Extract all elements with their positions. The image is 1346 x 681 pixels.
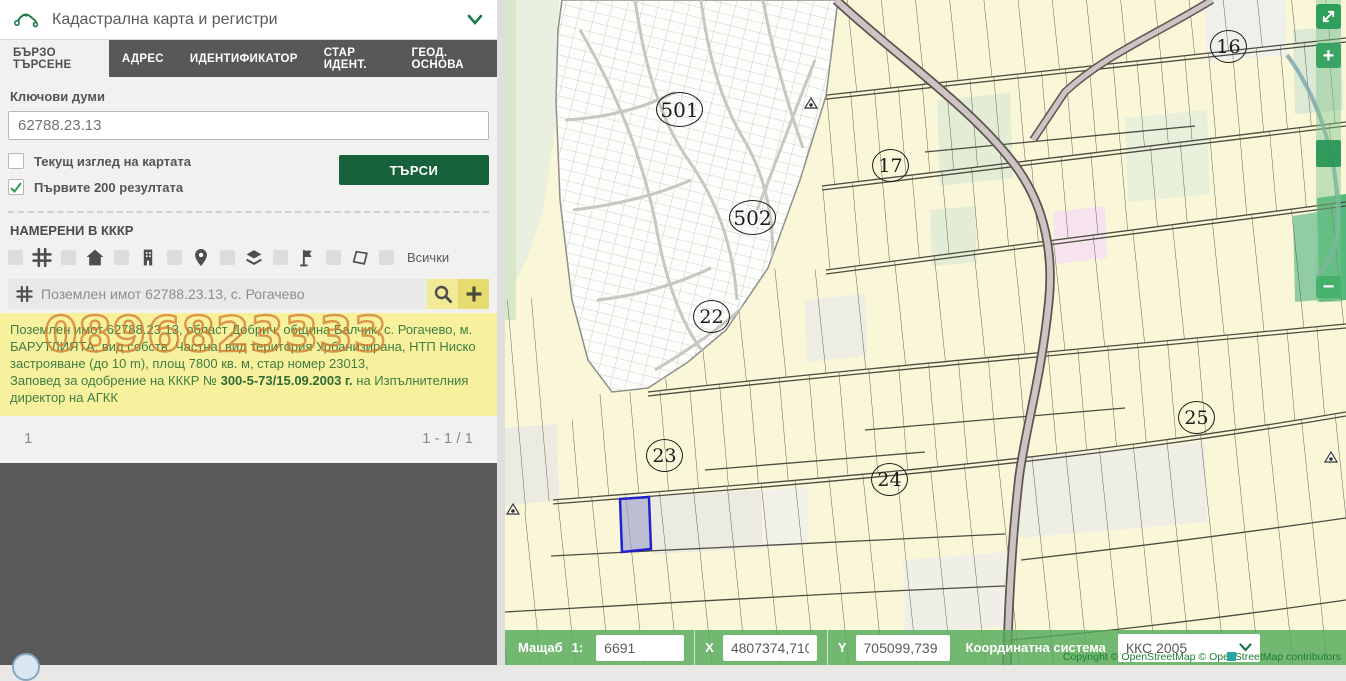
footer-logo — [12, 653, 40, 681]
x-label: X — [705, 640, 714, 655]
current-view-label: Текущ изглед на картата — [34, 154, 191, 169]
house-icon[interactable] — [85, 248, 105, 267]
app-header[interactable]: Кадастрална карта и регистри — [0, 0, 497, 40]
dashed-divider — [8, 211, 489, 213]
filter-count-badge[interactable] — [8, 250, 23, 265]
scale-label: Мащаб — [518, 640, 563, 655]
tab-address[interactable]: АДРЕС — [109, 40, 177, 77]
current-view-checkbox[interactable] — [8, 153, 24, 169]
layers-icon[interactable] — [244, 248, 264, 267]
x-coordinate-input[interactable] — [723, 635, 817, 661]
tab-quick-search[interactable]: БЪРЗО ТЪРСЕНЕ — [0, 40, 109, 77]
search-panel: Ключови думи Текущ изглед на картата Пър… — [0, 77, 497, 463]
detail-order-number: 300-5-73/15.09.2003 г. — [221, 373, 353, 388]
filter-count-badge[interactable] — [326, 250, 341, 265]
selected-parcel[interactable] — [620, 497, 651, 552]
filter-count-badge[interactable] — [379, 250, 394, 265]
page-number[interactable]: 1 — [24, 430, 32, 447]
y-label: Y — [838, 640, 847, 655]
first-200-checkbox[interactable] — [8, 179, 24, 195]
fullscreen-button[interactable] — [1316, 4, 1341, 29]
result-detail-block: Поземлен имот 62788.23.13, област Добрич… — [0, 313, 497, 416]
current-view-option[interactable]: Текущ изглед на картата — [8, 153, 339, 169]
region-label-16: 16 — [1210, 30, 1247, 63]
filter-count-badge[interactable] — [167, 250, 182, 265]
zoom-in-button[interactable]: + — [1316, 43, 1341, 68]
region-label-24: 24 — [871, 463, 908, 496]
first-200-label: Първите 200 резултата — [34, 180, 183, 195]
result-title: Поземлен имот 62788.23.13, с. Рогачево — [41, 286, 427, 302]
filter-count-badge[interactable] — [220, 250, 235, 265]
add-result-button[interactable] — [458, 279, 489, 309]
detail-line2-prefix: Заповед за одобрение на КККР № — [10, 373, 221, 388]
grid-icon[interactable] — [32, 248, 52, 267]
filter-count-badge[interactable] — [273, 250, 288, 265]
first-200-option[interactable]: Първите 200 резултата — [8, 179, 339, 195]
building-icon[interactable] — [138, 248, 158, 267]
expand-icon — [1321, 9, 1336, 24]
keywords-input[interactable] — [8, 111, 489, 140]
sidebar: Кадастрална карта и регистри БЪРЗО ТЪРСЕ… — [0, 0, 497, 665]
cadastral-map-canvas[interactable] — [505, 0, 1346, 665]
statusbar-divider — [827, 630, 828, 665]
result-row[interactable]: Поземлен имот 62788.23.13, с. Рогачево — [8, 279, 489, 309]
tab-identifier[interactable]: ИДЕНТИФИКАТОР — [177, 40, 311, 77]
results-heading: НАМЕРЕНИ В КККР — [10, 223, 489, 238]
tab-geod-basis[interactable]: ГЕОД. ОСНОВА — [399, 40, 497, 77]
filter-count-badge[interactable] — [61, 250, 76, 265]
search-button[interactable]: ТЪРСИ — [339, 155, 489, 185]
sidebar-footer — [0, 463, 497, 665]
grid-icon — [16, 286, 33, 302]
app-title: Кадастрална карта и регистри — [52, 11, 467, 29]
region-label-22: 22 — [693, 300, 730, 333]
region-label-23: 23 — [646, 439, 683, 472]
keywords-label: Ключови думи — [10, 89, 489, 104]
result-filter-bar: Всички — [8, 248, 489, 267]
attribution-marker-icon — [1227, 652, 1236, 661]
map-copyright: Copyright © OpenStreetMap © OpenStreetMa… — [1063, 651, 1341, 663]
scale-prefix: 1: — [572, 640, 584, 655]
scale-input[interactable] — [596, 635, 684, 661]
tab-bar: БЪРЗО ТЪРСЕНЕ АДРЕС ИДЕНТИФИКАТОР СТАР И… — [0, 40, 497, 77]
chevron-down-icon[interactable] — [467, 14, 483, 26]
plus-icon — [465, 285, 483, 303]
region-label-502: 502 — [729, 200, 776, 235]
pagination: 1 1 - 1 / 1 — [8, 416, 489, 463]
region-label-17: 17 — [872, 149, 909, 182]
search-icon — [433, 284, 453, 304]
zoom-slider-handle[interactable] — [1316, 140, 1341, 167]
map-pin-icon[interactable] — [191, 248, 211, 267]
zoom-out-button[interactable]: − — [1316, 276, 1341, 298]
tab-old-ident[interactable]: СТАР ИДЕНТ. — [311, 40, 399, 77]
map-viewport[interactable]: 501 502 16 17 22 23 24 25 + − Мащаб 1: X… — [505, 0, 1346, 665]
region-label-501: 501 — [656, 92, 703, 127]
app-logo-icon — [14, 8, 38, 32]
check-icon — [10, 182, 22, 193]
filter-all-label[interactable]: Всички — [407, 250, 449, 265]
region-label-25: 25 — [1178, 401, 1215, 434]
statusbar-divider — [694, 630, 695, 665]
flag-icon[interactable] — [297, 248, 317, 267]
polygon-icon[interactable] — [350, 248, 370, 267]
detail-line1: Поземлен имот 62788.23.13, област Добрич… — [10, 322, 476, 371]
page-range: 1 - 1 / 1 — [422, 430, 473, 447]
y-coordinate-input[interactable] — [856, 635, 950, 661]
zoom-to-result-button[interactable] — [427, 279, 458, 309]
filter-count-badge[interactable] — [114, 250, 129, 265]
sidebar-map-divider — [497, 0, 505, 665]
